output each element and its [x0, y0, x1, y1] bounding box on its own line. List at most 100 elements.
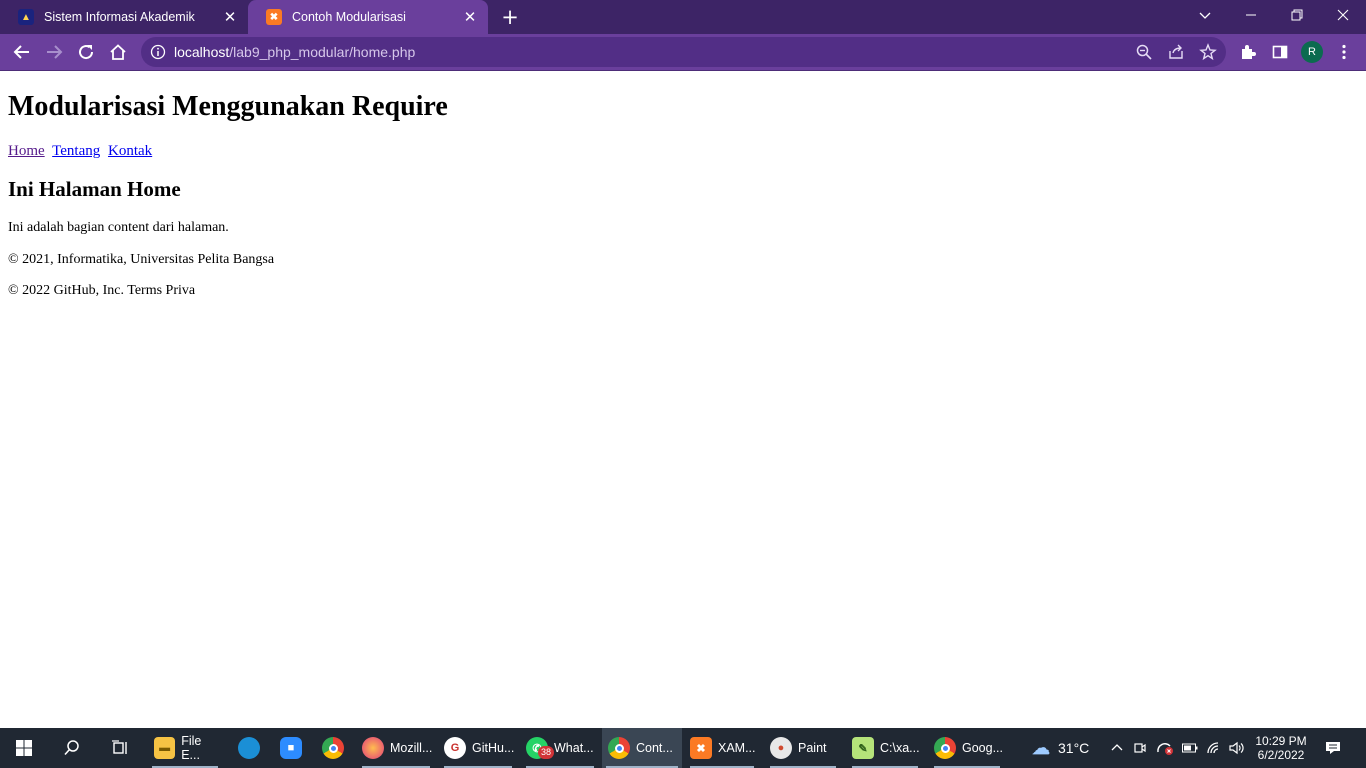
site-navigation: Home Tentang Kontak [8, 143, 156, 160]
restore-button[interactable] [1274, 0, 1320, 30]
kebab-menu-icon [1342, 44, 1346, 60]
reload-button[interactable] [72, 38, 100, 66]
home-icon [110, 44, 126, 60]
taskbar-app-whatsapp[interactable]: ✆ 38 What... [522, 728, 598, 768]
url-host: localhost [174, 44, 230, 60]
section-heading: Ini Halaman Home [8, 177, 181, 201]
start-button[interactable] [0, 728, 48, 768]
url-path: /lab9_php_modular/home.php [229, 44, 416, 60]
new-tab-button[interactable]: + [497, 4, 523, 30]
wifi-icon[interactable] [1204, 728, 1224, 768]
xampp-icon: ✖ [690, 737, 712, 759]
forward-button[interactable] [40, 38, 68, 66]
share-icon[interactable] [1167, 43, 1185, 61]
file-explorer-icon: ▬ [154, 737, 176, 759]
taskbar-app-google-chrome[interactable]: Goog... [930, 728, 1004, 768]
taskbar-clock[interactable]: 10:29 PM 6/2/2022 [1252, 728, 1310, 768]
taskbar-app-xampp[interactable]: ✖ XAM... [686, 728, 758, 768]
extensions-button[interactable] [1234, 38, 1262, 66]
notepad-plus-icon: ✎ [852, 737, 874, 759]
clock-date: 6/2/2022 [1257, 748, 1305, 762]
page-title: Modularisasi Menggunakan Require [8, 91, 448, 122]
cloud-weather-icon: ☁ [1032, 737, 1050, 758]
browser-toolbar: localhost/lab9_php_modular/home.php R [0, 34, 1366, 71]
taskbar-app-github-desktop[interactable]: G GitHu... [440, 728, 516, 768]
weather-widget[interactable]: ☁ 31°C [1030, 728, 1100, 768]
firefox-icon [362, 737, 384, 759]
minimize-button[interactable] [1228, 0, 1274, 30]
browser-menu-button[interactable] [1330, 38, 1358, 66]
taskbar-app-label: GitHu... [472, 741, 515, 755]
tab-contoh-modularisasi[interactable]: ✖ Contoh Modularisasi ✕ [248, 0, 488, 34]
chrome-profile-icon [608, 737, 630, 759]
nav-link-home[interactable]: Home [8, 143, 45, 159]
taskbar-app-firefox[interactable]: Mozill... [358, 728, 434, 768]
tab-search-chevron-icon[interactable] [1182, 0, 1228, 30]
university-logo-icon: ▲ [18, 9, 34, 25]
tab-title: Contoh Modularisasi [292, 10, 406, 24]
footer-text: © 2021, Informatika, Universitas Pelita … [8, 252, 275, 267]
windows-taskbar: ▬ File E... ■ Mozill... G GitHu... ✆ 38 … [0, 728, 1366, 768]
web-page-content: Modularisasi Menggunakan Require Home Te… [0, 71, 1366, 728]
side-panel-button[interactable] [1266, 38, 1294, 66]
profile-avatar[interactable]: R [1301, 41, 1323, 63]
xampp-icon: ✖ [266, 9, 282, 25]
search-button[interactable] [48, 728, 96, 768]
paint-icon: ● [770, 737, 792, 759]
taskbar-app-label: C:\xa... [880, 741, 920, 755]
security-warning-icon[interactable] [1154, 728, 1176, 768]
taskbar-app-chrome-active[interactable]: Cont... [602, 728, 682, 768]
home-button[interactable] [104, 38, 132, 66]
chevron-up-icon [1111, 744, 1123, 751]
taskbar-app-notepad-plus[interactable]: ✎ C:\xa... [848, 728, 922, 768]
chrome-icon [322, 737, 344, 759]
close-tab-icon[interactable]: ✕ [458, 5, 482, 29]
meet-now-icon[interactable] [1130, 728, 1150, 768]
browser-tab-strip: ▲ Sistem Informasi Akademik ✕ ✖ Contoh M… [0, 0, 1366, 34]
taskbar-app-label: XAM... [718, 741, 756, 755]
show-hidden-icons-button[interactable] [1108, 728, 1126, 768]
task-view-icon [112, 740, 127, 754]
taskbar-app-label: Cont... [636, 741, 673, 755]
taskbar-app-file-explorer[interactable]: ▬ File E... [148, 728, 222, 768]
tab-sistem-informasi-akademik[interactable]: ▲ Sistem Informasi Akademik ✕ [0, 0, 248, 34]
action-center-button[interactable] [1316, 728, 1350, 768]
notification-icon [1326, 742, 1340, 754]
volume-icon[interactable] [1227, 728, 1247, 768]
taskbar-app-label: Paint [798, 741, 827, 755]
taskbar-app-label: Mozill... [390, 741, 433, 755]
unread-badge: 38 [538, 746, 555, 759]
close-window-button[interactable] [1320, 0, 1366, 30]
forward-arrow-icon [47, 45, 63, 59]
taskbar-app-paint[interactable]: ● Paint [766, 728, 840, 768]
nav-link-tentang[interactable]: Tentang [52, 143, 100, 159]
github-desktop-icon: G [444, 737, 466, 759]
zoom-out-icon[interactable] [1135, 43, 1153, 61]
url-text[interactable]: localhost/lab9_php_modular/home.php [174, 44, 415, 60]
address-bar[interactable]: localhost/lab9_php_modular/home.php [141, 37, 1226, 67]
weather-temperature: 31°C [1058, 740, 1090, 756]
content-paragraph: Ini adalah bagian content dari halaman. [8, 220, 229, 235]
bookmark-star-icon[interactable] [1199, 43, 1217, 61]
nav-link-kontak[interactable]: Kontak [108, 143, 152, 159]
site-info-icon[interactable] [150, 44, 166, 60]
extra-footer-text: © 2022 GitHub, Inc. Terms Priva [8, 283, 196, 298]
close-tab-icon[interactable]: ✕ [218, 5, 242, 29]
clock-time: 10:29 PM [1255, 734, 1307, 748]
back-button[interactable] [8, 38, 36, 66]
task-view-button[interactable] [96, 728, 144, 768]
puzzle-piece-icon [1242, 45, 1256, 59]
side-panel-icon [1272, 45, 1288, 59]
zoom-icon: ■ [280, 737, 302, 759]
reload-icon [79, 45, 94, 60]
chrome-icon [934, 737, 956, 759]
battery-icon[interactable] [1180, 728, 1200, 768]
taskbar-app-label: File E... [181, 734, 202, 762]
taskbar-app-chrome[interactable] [312, 728, 354, 768]
back-arrow-icon [13, 45, 29, 59]
taskbar-app-label: What... [554, 741, 594, 755]
taskbar-app-zoom[interactable]: ■ [270, 728, 312, 768]
taskbar-app-label: Goog... [962, 741, 1003, 755]
search-icon [64, 740, 79, 756]
taskbar-app-edge[interactable] [228, 728, 270, 768]
